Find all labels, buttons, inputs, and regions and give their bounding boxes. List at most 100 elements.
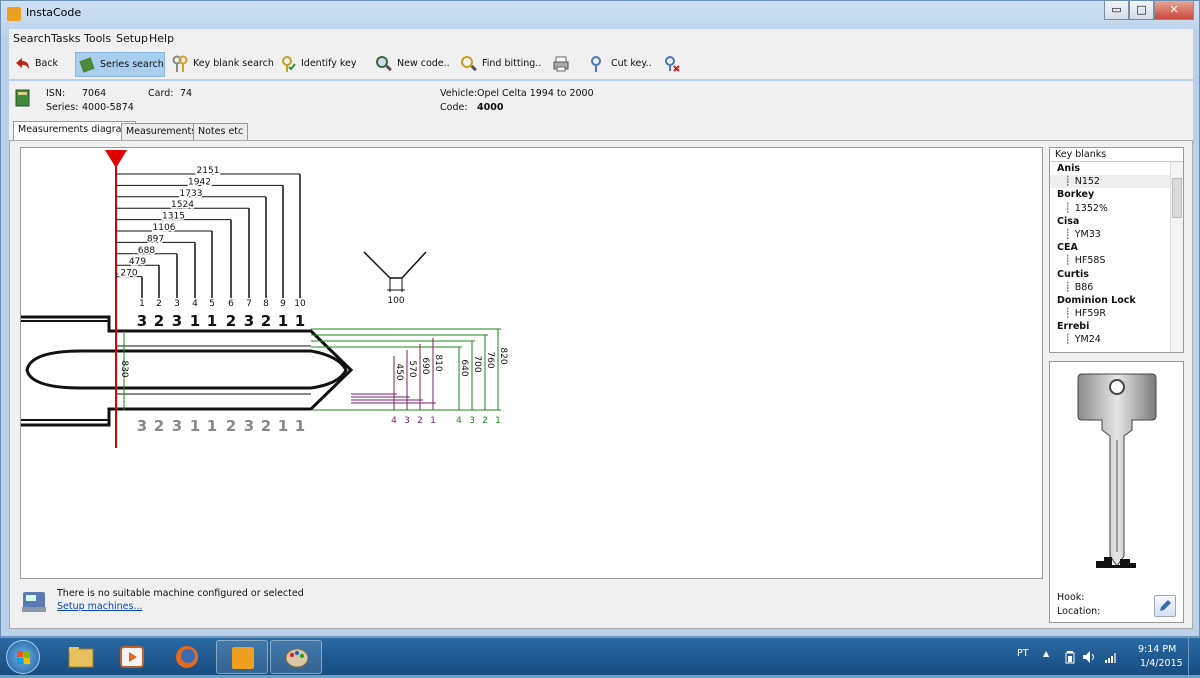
cut-key-button[interactable]: Cut key.. xyxy=(587,52,652,77)
cut-depth-bottom: 1 xyxy=(207,417,217,435)
menu-help[interactable]: Help xyxy=(149,32,174,45)
tab-measurements[interactable]: Measurements xyxy=(121,123,202,140)
key-blank-maker[interactable]: Curtis xyxy=(1050,268,1183,281)
taskbar-paint[interactable] xyxy=(270,640,322,674)
language-indicator[interactable]: PT xyxy=(1017,648,1029,659)
taskbar-media-player[interactable] xyxy=(106,640,158,674)
spacing-value: 688 xyxy=(138,246,155,256)
spacing-value: 479 xyxy=(129,257,146,267)
setup-machines-link[interactable]: Setup machines... xyxy=(57,601,143,612)
spacing-value: 1942 xyxy=(188,177,211,187)
key-blank-search-button[interactable]: Key blank search xyxy=(169,52,274,77)
scrollbar-thumb[interactable] xyxy=(1172,178,1182,218)
key-blanks-scrollbar[interactable] xyxy=(1170,162,1183,352)
cancel-key-button[interactable] xyxy=(661,52,685,77)
cut-depth-bottom: 1 xyxy=(295,417,305,435)
cut-depth-top: 1 xyxy=(278,312,288,330)
key-blank-code[interactable]: ┊ YM24 xyxy=(1050,333,1183,346)
key-blank-code[interactable]: ┊ YM33 xyxy=(1050,228,1183,241)
depth-value: 760 xyxy=(485,351,495,368)
tab-notes[interactable]: Notes etc xyxy=(193,123,249,140)
blade-width-value: 830 xyxy=(119,360,129,377)
new-code-button[interactable]: New code.. xyxy=(373,52,450,77)
key-blank-code[interactable]: ┊ 1352% xyxy=(1050,202,1183,215)
key-blank-maker[interactable]: Cisa xyxy=(1050,215,1183,228)
key-blank-code[interactable]: ┊ HF58S xyxy=(1050,254,1183,267)
vehicle-label: Vehicle: xyxy=(440,88,478,99)
depth-value: 570 xyxy=(407,360,417,377)
cut-depth-bottom: 2 xyxy=(154,417,164,435)
taskbar-firefox[interactable] xyxy=(161,640,213,674)
key-image-panel: Hook: Location: xyxy=(1049,361,1184,623)
print-button[interactable] xyxy=(550,52,574,77)
clock-date[interactable]: 1/4/2015 xyxy=(1140,658,1183,669)
back-button[interactable]: Back xyxy=(11,52,58,77)
key-blank-code[interactable]: ┊ B86 xyxy=(1050,281,1183,294)
key-blank-maker[interactable]: CEA xyxy=(1050,241,1183,254)
battery-icon[interactable] xyxy=(1064,650,1076,664)
app-window: InstaCode ▭ □ ✕ Search Tasks Tools Setup… xyxy=(0,0,1200,637)
tray-expand-icon[interactable]: ▲ xyxy=(1043,649,1049,658)
find-bitting-button[interactable]: Find bitting.. xyxy=(458,52,541,77)
menu-tools[interactable]: Tools xyxy=(84,32,111,45)
cut-depth-top: 2 xyxy=(154,312,164,330)
spacing-value: 1315 xyxy=(162,212,185,222)
key-blank-code[interactable]: ┊ HF59R xyxy=(1050,307,1183,320)
key-blank-image xyxy=(1077,373,1157,567)
location-label: Location: xyxy=(1057,606,1101,617)
volume-icon[interactable] xyxy=(1082,650,1096,664)
vehicle-value: Opel Celta 1994 to 2000 xyxy=(477,88,594,99)
pencil-icon xyxy=(1160,600,1171,611)
depth-index: 4 xyxy=(391,416,397,426)
cut-depth-bottom: 3 xyxy=(244,417,254,435)
key-blanks-list[interactable]: Key blanks Anis ┊ N152 Borkey ┊ 1352% Cisa ┊ YM3… xyxy=(1049,147,1184,353)
key-blanks-header: Key blanks xyxy=(1050,148,1183,162)
cut-depth-bottom: 1 xyxy=(190,417,200,435)
key-blank-code[interactable]: ┊ N152 xyxy=(1050,175,1183,189)
minimize-button[interactable]: ▭ xyxy=(1104,1,1129,20)
maximize-button[interactable]: □ xyxy=(1129,1,1154,20)
show-desktop-button[interactable] xyxy=(1188,638,1200,676)
menu-setup[interactable]: Setup xyxy=(116,32,148,45)
key-blank-maker[interactable]: Anis xyxy=(1050,162,1183,175)
tab-measurements-diagram[interactable]: Measurements diagram xyxy=(13,121,136,141)
network-signal-icon[interactable] xyxy=(1104,650,1118,664)
cut-depth-bottom: 3 xyxy=(172,417,182,435)
printer-icon xyxy=(553,56,569,72)
cut-depth-top: 2 xyxy=(261,312,271,330)
identify-key-button[interactable]: Identify key xyxy=(277,52,357,77)
cut-depth-top: 2 xyxy=(226,312,236,330)
clock-time[interactable]: 9:14 PM xyxy=(1138,644,1176,655)
cut-depth-bottom: 1 xyxy=(278,417,288,435)
series-search-button[interactable]: Series search xyxy=(75,52,165,77)
tab-content: 2151 1942 1733 1524 1315 1106 897 688 479 270 1 2 3 4… xyxy=(9,140,1193,629)
start-button[interactable] xyxy=(6,640,40,674)
depth-value: 820 xyxy=(498,347,508,364)
card-value: 74 xyxy=(180,88,193,99)
cut-depth-top: 1 xyxy=(207,312,217,330)
instacode-app-icon xyxy=(232,647,254,669)
code-value: 4000 xyxy=(477,102,504,113)
machine-icon xyxy=(22,592,46,612)
depth-index: 3 xyxy=(469,416,475,426)
key-blank-maker[interactable]: Errebi xyxy=(1050,320,1183,333)
title-bar: InstaCode ▭ □ ✕ xyxy=(1,1,1199,27)
taskbar: PT ▲ 9:14 PM 1/4/2015 xyxy=(0,637,1200,676)
close-button[interactable]: ✕ xyxy=(1154,1,1194,20)
cut-position-number: 5 xyxy=(209,299,215,309)
keys-icon xyxy=(172,55,188,72)
depth-value: 640 xyxy=(459,359,469,376)
edit-location-button[interactable] xyxy=(1154,595,1176,617)
menu-search[interactable]: Search xyxy=(13,32,51,45)
info-bar: ISN: 7064 Card: 74 Series: 4000-5874 Veh… xyxy=(9,81,1193,121)
taskbar-explorer[interactable] xyxy=(55,640,107,674)
key-blanks-items: Anis ┊ N152 Borkey ┊ 1352% Cisa ┊ YM33 CEA ┊ HF58S C… xyxy=(1050,162,1183,347)
menu-tasks[interactable]: Tasks xyxy=(51,32,80,45)
taskbar-instacode[interactable] xyxy=(216,640,268,674)
spacing-value: 2151 xyxy=(197,166,220,176)
cut-depth-bottom: 2 xyxy=(261,417,271,435)
key-blank-maker[interactable]: Dominion Lock xyxy=(1050,294,1183,307)
key-blank-maker[interactable]: Borkey xyxy=(1050,188,1183,201)
cut-position-number: 7 xyxy=(246,299,252,309)
spacing-value: 1106 xyxy=(153,223,176,233)
